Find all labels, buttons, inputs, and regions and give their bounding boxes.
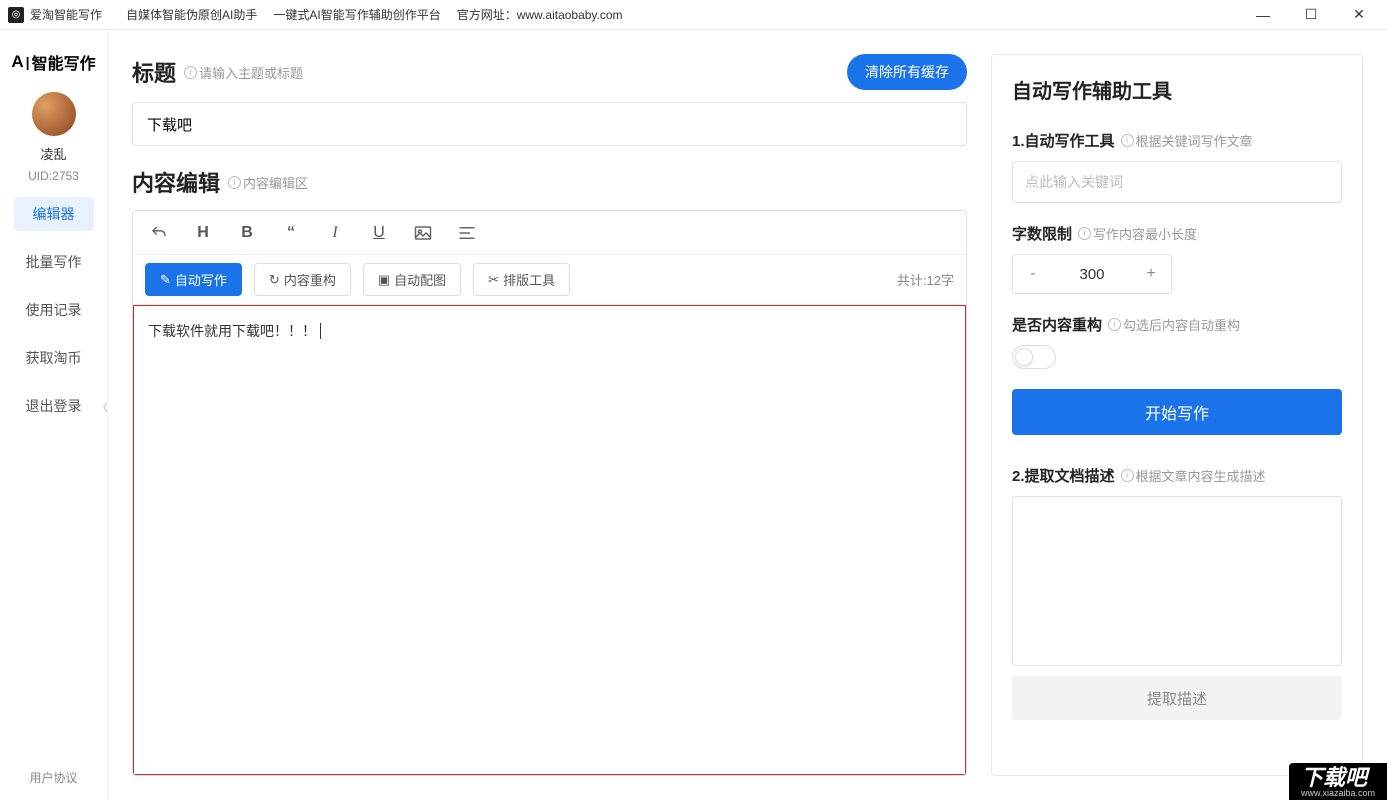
image-small-icon: ▣	[378, 272, 390, 288]
sidebar: A | 智能写作 凌乱 UID:2753 编辑器 批量写作 使用记录 获取淘币 …	[0, 30, 108, 800]
layout-tool-button[interactable]: ✂ 排版工具	[473, 263, 570, 296]
logo: A | 智能写作	[11, 50, 95, 74]
nav-item-coins[interactable]: 获取淘币	[14, 341, 94, 375]
logo-pipe-icon: |	[26, 54, 30, 70]
tagline-2: 一键式AI智能写作辅助创作平台	[273, 6, 440, 23]
nav-item-history[interactable]: 使用记录	[14, 293, 94, 327]
word-limit-value: 300	[1053, 266, 1131, 283]
nav-item-batch[interactable]: 批量写作	[14, 245, 94, 279]
info-icon: i	[1078, 227, 1091, 240]
nav-label: 批量写作	[26, 252, 82, 272]
s2-hint: i 根据文章内容生成描述	[1121, 466, 1266, 485]
extract-description-button[interactable]: 提取描述	[1012, 676, 1342, 720]
title-section-label: 标题	[132, 56, 176, 88]
editor-text: 下载软件就用下载吧！！！	[148, 323, 316, 339]
action-bar: ✎ 自动写作 ↻ 内容重构 ▣ 自动配图 ✂ 排版工具 共	[133, 255, 966, 305]
info-icon: i	[228, 176, 241, 189]
tagline-1: 自媒体智能伪原创AI助手	[126, 6, 257, 23]
pencil-icon: ✎	[160, 272, 171, 288]
word-limit-stepper[interactable]: - 300 +	[1012, 254, 1172, 294]
undo-icon[interactable]	[149, 224, 169, 242]
editor-textarea[interactable]: 下载软件就用下载吧！！！	[133, 305, 966, 775]
refresh-icon: ↻	[269, 272, 280, 288]
watermark-text: 下载吧	[1301, 765, 1367, 790]
minimize-button[interactable]: —	[1251, 7, 1275, 23]
nav-label: 使用记录	[26, 300, 82, 320]
nav-item-editor[interactable]: 编辑器	[14, 197, 94, 231]
rebuild-hint: i 勾选后内容自动重构	[1108, 315, 1240, 334]
editor-box: H B “ I U ✎ 自动写作 ↻ 内容重构	[132, 210, 967, 776]
content-section-label: 内容编辑	[132, 166, 220, 198]
auto-write-button[interactable]: ✎ 自动写作	[145, 263, 242, 296]
info-icon: i	[1121, 134, 1134, 147]
logo-text: 智能写作	[32, 50, 96, 74]
layout-icon: ✂	[488, 272, 499, 288]
user-agreement-link[interactable]: 用户协议	[29, 769, 77, 786]
maximize-button[interactable]: ☐	[1299, 6, 1323, 23]
increment-button[interactable]: +	[1131, 255, 1171, 293]
rebuild-toggle[interactable]	[1012, 345, 1056, 369]
watermark: 下载吧 www.xiazaiba.com	[1289, 763, 1387, 800]
limit-hint: i 写作内容最小长度	[1078, 224, 1197, 243]
panel-title: 自动写作辅助工具	[1012, 75, 1342, 104]
description-output[interactable]	[1012, 496, 1342, 666]
close-button[interactable]: ✕	[1347, 6, 1371, 23]
keyword-input[interactable]	[1012, 161, 1342, 203]
info-icon: i	[184, 66, 197, 79]
watermark-url: www.xiazaiba.com	[1301, 789, 1375, 798]
s1-title: 1.自动写作工具	[1012, 130, 1115, 151]
align-icon[interactable]	[457, 226, 477, 240]
site-url: www.aitaobaby.com	[517, 8, 623, 22]
clear-cache-button[interactable]: 清除所有缓存	[847, 54, 967, 90]
right-panel: 自动写作辅助工具 1.自动写作工具 i 根据关键词写作文章 字数限制 i 写作内	[991, 54, 1363, 776]
word-count: 共计:12字	[897, 270, 954, 289]
logo-a: A	[11, 52, 23, 72]
nav-item-logout[interactable]: 退出登录 〈	[14, 389, 94, 423]
user-id: UID:2753	[28, 169, 79, 183]
chevron-left-icon: 〈	[98, 399, 108, 414]
nav-label: 编辑器	[33, 204, 75, 224]
nav-label: 获取淘币	[26, 348, 82, 368]
rebuild-title: 是否内容重构	[1012, 314, 1102, 335]
main-area: 标题 i 请输入主题或标题 清除所有缓存 内容编辑 i 内容编辑区	[108, 30, 1387, 800]
decrement-button[interactable]: -	[1013, 255, 1053, 293]
format-toolbar: H B “ I U	[133, 211, 966, 255]
s1-hint: i 根据关键词写作文章	[1121, 131, 1253, 150]
italic-icon[interactable]: I	[325, 224, 345, 242]
auto-image-button[interactable]: ▣ 自动配图	[363, 263, 461, 296]
start-writing-button[interactable]: 开始写作	[1012, 389, 1342, 435]
content-hint: i 内容编辑区	[228, 173, 308, 192]
title-hint: i 请输入主题或标题	[184, 63, 303, 82]
s2-title: 2.提取文档描述	[1012, 465, 1115, 486]
site-label: 官方网址：	[457, 6, 517, 23]
title-bar: ◎ 爱淘智能写作 自媒体智能伪原创AI助手 一键式AI智能写作辅助创作平台 官方…	[0, 0, 1387, 30]
quote-icon[interactable]: “	[281, 224, 301, 242]
image-icon[interactable]	[413, 225, 433, 241]
title-input[interactable]	[132, 102, 967, 146]
editor-column: 标题 i 请输入主题或标题 清除所有缓存 内容编辑 i 内容编辑区	[132, 54, 967, 776]
avatar[interactable]	[32, 92, 76, 136]
limit-title: 字数限制	[1012, 223, 1072, 244]
rebuild-button[interactable]: ↻ 内容重构	[254, 263, 351, 296]
underline-icon[interactable]: U	[369, 224, 389, 242]
heading-icon[interactable]: H	[193, 224, 213, 242]
app-name: 爱淘智能写作	[30, 6, 102, 23]
nav-label: 退出登录	[26, 396, 82, 416]
info-icon: i	[1121, 469, 1134, 482]
bold-icon[interactable]: B	[237, 224, 257, 242]
username: 凌乱	[40, 144, 66, 163]
app-icon: ◎	[8, 7, 24, 23]
info-icon: i	[1108, 318, 1121, 331]
